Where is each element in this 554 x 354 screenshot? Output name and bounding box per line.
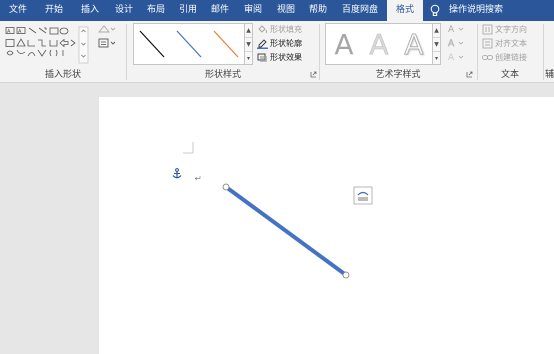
edit-shape-button[interactable] bbox=[98, 24, 116, 37]
anchor-icon bbox=[172, 168, 182, 179]
line-shape[interactable] bbox=[224, 185, 348, 277]
edit-shape-icon bbox=[98, 25, 116, 33]
wordart-style-3[interactable]: A bbox=[399, 28, 429, 62]
align-text-icon bbox=[482, 38, 493, 49]
line-end-handle[interactable] bbox=[342, 271, 350, 279]
paragraph-mark-icon bbox=[194, 176, 201, 181]
text-box-icon bbox=[98, 38, 116, 48]
wordart-gallery-scroll[interactable]: ▲ ▼ ▾ bbox=[433, 23, 441, 65]
shape-style-gallery[interactable] bbox=[133, 23, 245, 65]
align-text-label: 对齐文本 bbox=[495, 39, 527, 48]
shapes-gallery[interactable]: A A bbox=[5, 26, 89, 64]
tab-design[interactable]: 设计 bbox=[108, 0, 140, 21]
gallery-more-icon[interactable]: ▾ bbox=[433, 52, 440, 66]
shape-style-previews bbox=[139, 30, 239, 58]
text-direction-label: 文字方向 bbox=[495, 25, 527, 34]
group-label-shape-styles: 形状样式 bbox=[204, 70, 241, 80]
tab-review[interactable]: 审阅 bbox=[237, 0, 269, 21]
document-page[interactable] bbox=[99, 97, 554, 354]
tab-format[interactable]: 格式 bbox=[387, 0, 423, 21]
ribbon-format: A A 插入形状 ▲ ▼ ▾ 形状填充 形状轮廓 形状效果 形状样式 A A A… bbox=[0, 21, 554, 83]
shape-outline-label: 形状轮廓 bbox=[270, 39, 302, 48]
group-label-text: 文本 bbox=[500, 70, 519, 80]
page-canvas bbox=[172, 142, 373, 279]
create-link-label: 创建链接 bbox=[495, 53, 527, 62]
tab-file[interactable]: 文件 bbox=[2, 0, 34, 21]
tell-me-label: 操作说明搜索 bbox=[449, 5, 504, 15]
link-icon bbox=[482, 55, 493, 60]
group-label-insert-shapes: 插入形状 bbox=[44, 70, 81, 80]
tab-mailings[interactable]: 邮件 bbox=[204, 0, 236, 21]
text-direction-icon bbox=[482, 24, 493, 35]
svg-text:A: A bbox=[448, 39, 455, 49]
svg-text:A: A bbox=[7, 29, 11, 35]
tab-home[interactable]: 开始 bbox=[36, 0, 72, 21]
text-fill-icon: A bbox=[448, 25, 464, 35]
shape-effects-label: 形状效果 bbox=[270, 53, 302, 62]
wordart-style-1[interactable]: A bbox=[329, 28, 359, 62]
margin-corner-mark bbox=[183, 142, 194, 154]
gallery-more-icon[interactable]: ▾ bbox=[245, 52, 252, 66]
line-start-handle[interactable] bbox=[222, 183, 230, 191]
shape-fill-label: 形状填充 bbox=[270, 25, 302, 34]
wordart-style-gallery[interactable]: A A A bbox=[325, 23, 433, 65]
tab-view[interactable]: 视图 bbox=[270, 0, 302, 21]
ribbon-tab-bar: 文件 开始 插入 设计 布局 引用 邮件 审阅 视图 帮助 百度网盘 格式 操作… bbox=[0, 0, 554, 21]
shape-effects-icon bbox=[257, 53, 267, 62]
tab-baidu-netdisk[interactable]: 百度网盘 bbox=[336, 0, 384, 21]
svg-text:A: A bbox=[18, 29, 22, 35]
text-effects-button[interactable]: A bbox=[447, 51, 465, 66]
scroll-down-icon[interactable]: ▼ bbox=[433, 38, 440, 52]
document-workspace bbox=[0, 84, 554, 354]
draw-text-box-button[interactable] bbox=[98, 38, 116, 51]
svg-text:A: A bbox=[448, 25, 455, 35]
group-label-wordart-styles: 艺术字样式 bbox=[375, 70, 421, 80]
text-fill-button[interactable]: A bbox=[447, 23, 465, 38]
group-label-aux: 辅 bbox=[545, 70, 554, 80]
scroll-up-icon[interactable]: ▲ bbox=[433, 24, 440, 38]
lightbulb-icon bbox=[430, 4, 440, 16]
text-outline-icon: A bbox=[448, 39, 464, 49]
pen-outline-icon bbox=[257, 39, 268, 49]
tab-layout[interactable]: 布局 bbox=[140, 0, 172, 21]
group-separator bbox=[543, 24, 544, 80]
tab-references[interactable]: 引用 bbox=[172, 0, 204, 21]
paint-bucket-icon bbox=[258, 25, 267, 34]
svg-text:A: A bbox=[448, 53, 455, 63]
tab-insert[interactable]: 插入 bbox=[72, 0, 108, 21]
scroll-down-icon[interactable]: ▼ bbox=[245, 38, 252, 52]
tab-help[interactable]: 帮助 bbox=[302, 0, 334, 21]
text-outline-button[interactable]: A bbox=[447, 37, 465, 52]
scroll-up-icon[interactable]: ▲ bbox=[245, 24, 252, 38]
shape-style-gallery-scroll[interactable]: ▲ ▼ ▾ bbox=[245, 23, 253, 65]
group-separator bbox=[126, 24, 127, 80]
shapes-grid-icon: A A bbox=[5, 26, 89, 64]
wordart-style-2[interactable]: A bbox=[364, 28, 394, 62]
layout-options-button[interactable] bbox=[353, 186, 373, 205]
text-effects-icon: A bbox=[448, 53, 464, 63]
